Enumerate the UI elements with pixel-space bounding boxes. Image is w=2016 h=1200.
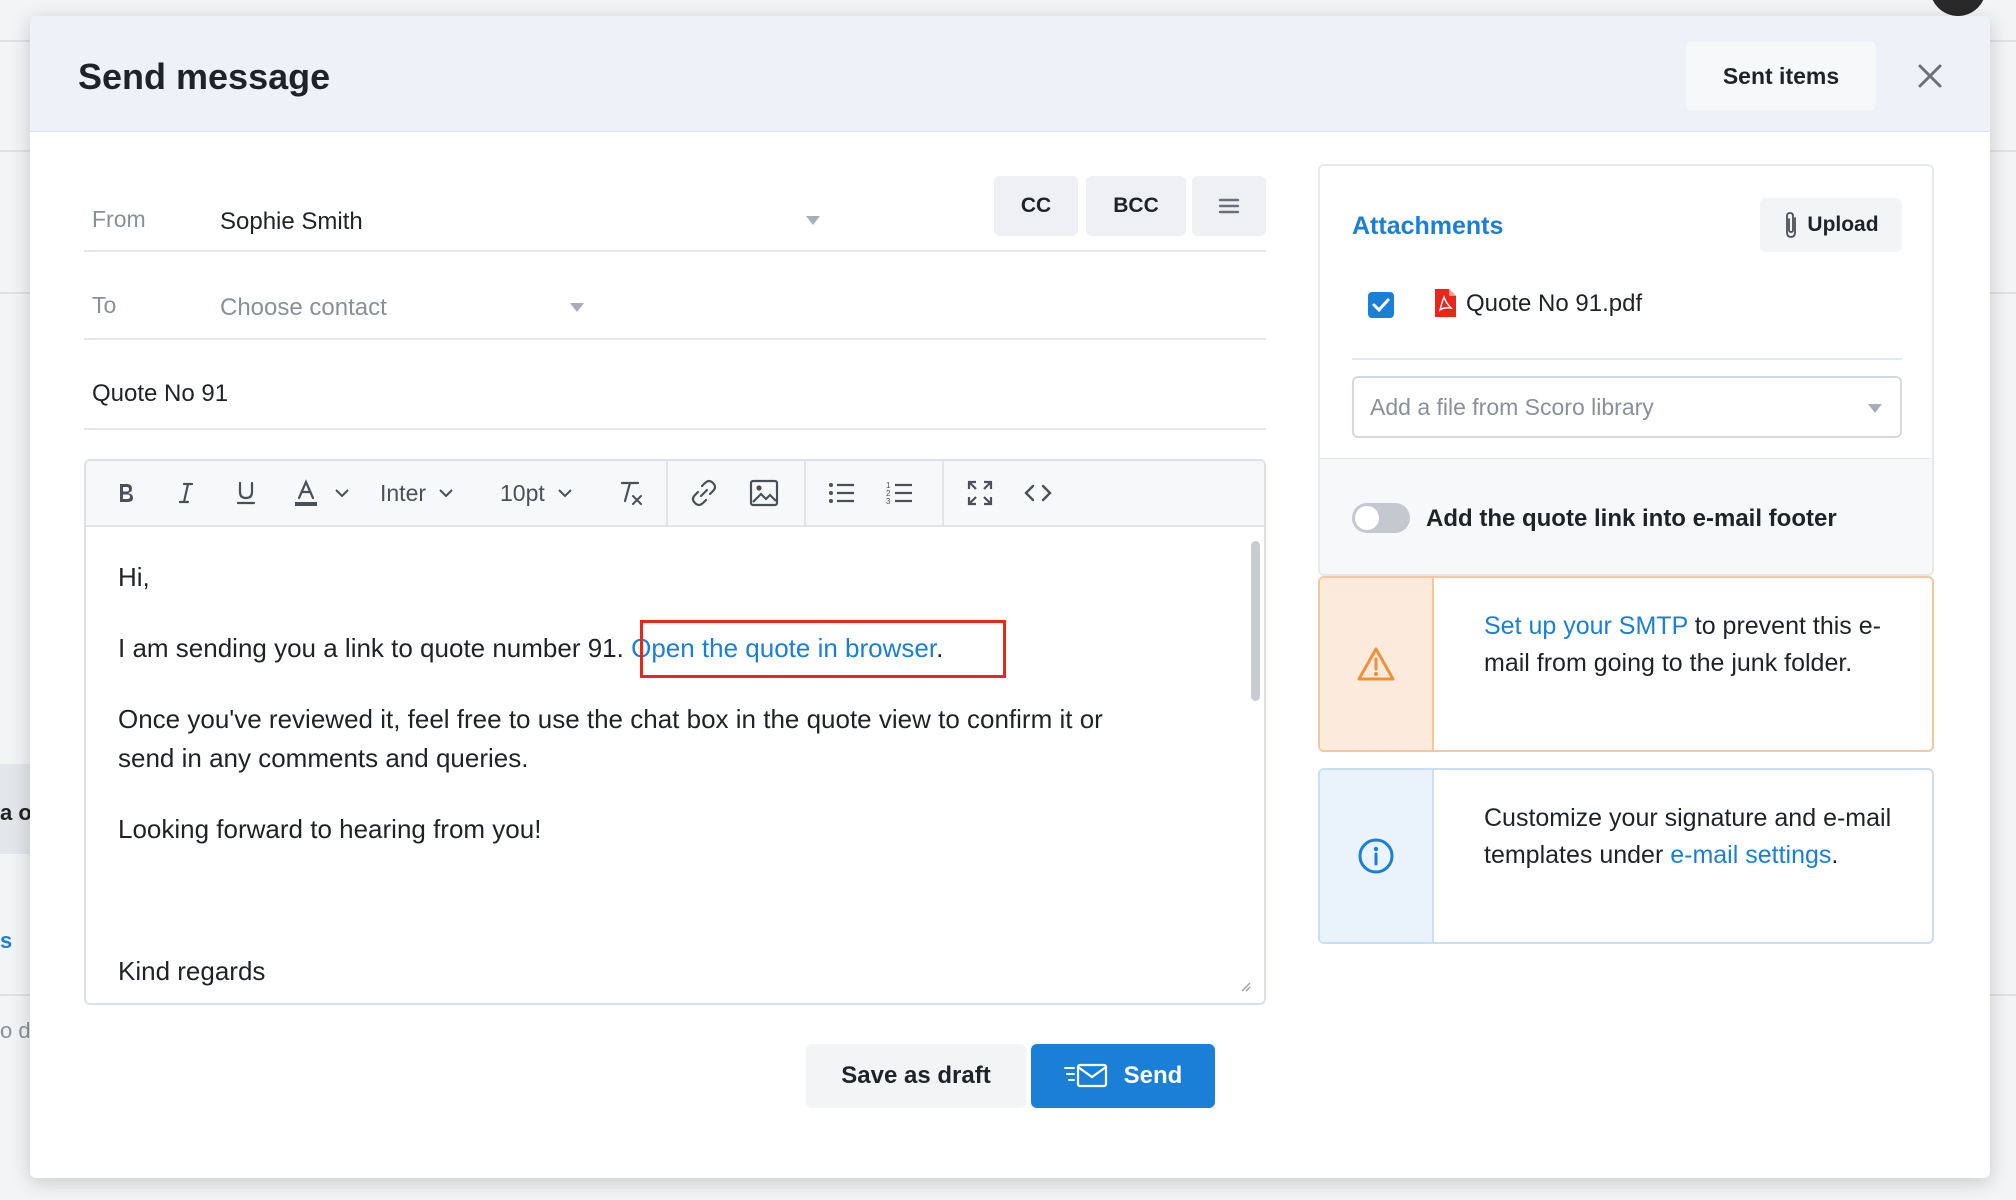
more-options-menu-icon[interactable]: [1192, 176, 1266, 236]
attachments-panel: Attachments Upload Quote No 91.pdf Add a…: [1318, 164, 1934, 576]
send-message-dialog: Send message Sent items From Sophie Smit…: [30, 16, 1990, 1178]
signature-info-suffix: .: [1831, 841, 1839, 869]
scoro-library-select[interactable]: Add a file from Scoro library: [1352, 376, 1902, 438]
font-size-value: 10pt: [500, 479, 545, 506]
user-avatar: [1930, 0, 1986, 16]
subject-input[interactable]: Quote No 91: [92, 380, 228, 408]
info-side: [1320, 770, 1434, 942]
fullscreen-icon[interactable]: [962, 475, 998, 511]
text-color-chevron-down-icon[interactable]: [330, 475, 354, 511]
close-icon[interactable]: [1910, 56, 1950, 96]
from-label: From: [92, 206, 146, 232]
font-family-select[interactable]: Inter: [380, 475, 476, 511]
send-button[interactable]: Send: [1031, 1044, 1215, 1108]
clear-formatting-icon[interactable]: [612, 475, 648, 511]
editor-toolbar: Inter 10pt 123: [86, 461, 1264, 527]
toolbar-divider: [942, 461, 944, 527]
paperclip-icon: [1786, 212, 1797, 238]
underline-icon[interactable]: [228, 475, 264, 511]
to-chevron-down-icon[interactable]: [570, 303, 584, 312]
send-button-label: Send: [1123, 1062, 1183, 1089]
warning-icon: [1357, 647, 1395, 681]
warning-side: [1320, 578, 1434, 750]
toolbar-divider: [804, 461, 806, 527]
from-select[interactable]: Sophie Smith: [220, 208, 363, 236]
to-label: To: [92, 292, 117, 318]
chevron-down-icon: [558, 489, 572, 498]
save-as-draft-button[interactable]: Save as draft: [806, 1044, 1026, 1108]
smtp-warning-notice: Set up your SMTP to prevent this e-mail …: [1318, 576, 1934, 752]
email-settings-link[interactable]: e-mail settings: [1670, 841, 1831, 869]
quote-link-toggle-label: Add the quote link into e-mail footer: [1426, 505, 1837, 532]
source-code-icon[interactable]: [1020, 475, 1056, 511]
editor-scrollbar[interactable]: [1251, 541, 1260, 701]
quote-link-toggle-row: Add the quote link into e-mail footer: [1320, 458, 1932, 574]
background-text: s: [0, 928, 13, 953]
signature-info-notice: Customize your signature and e-mail temp…: [1318, 768, 1934, 944]
checkmark-icon: [1372, 298, 1390, 312]
to-contact-select[interactable]: Choose contact: [220, 294, 387, 322]
link-highlight-box: [640, 620, 1006, 678]
upload-button[interactable]: Upload: [1760, 198, 1902, 252]
from-chevron-down-icon[interactable]: [806, 216, 820, 225]
dialog-header: Send message Sent items: [30, 16, 1990, 132]
subject-row: Quote No 91: [84, 340, 1266, 430]
quote-link-toggle[interactable]: [1352, 503, 1410, 533]
background-text: a o: [0, 800, 32, 825]
cc-button[interactable]: CC: [994, 176, 1078, 236]
italic-icon[interactable]: [168, 475, 204, 511]
message-greeting: Hi,: [118, 562, 150, 592]
info-icon: [1358, 838, 1394, 874]
message-paragraph2-line2: send in any comments and queries.: [118, 743, 529, 773]
smtp-warning-text: Set up your SMTP to prevent this e-mail …: [1484, 608, 1904, 682]
message-line1-text: I am sending you a link to quote number …: [118, 633, 632, 663]
attachments-title: Attachments: [1352, 212, 1504, 240]
font-family-value: Inter: [380, 479, 427, 506]
send-mail-icon: [1063, 1063, 1107, 1088]
text-color-icon[interactable]: [288, 475, 324, 511]
numbered-list-icon[interactable]: 123: [882, 475, 918, 511]
bold-icon[interactable]: [108, 475, 144, 511]
dialog-title: Send message: [78, 56, 331, 97]
pdf-file-icon: [1435, 289, 1456, 317]
attachment-divider: [1352, 358, 1902, 360]
chevron-down-icon: [439, 489, 453, 498]
smtp-setup-link[interactable]: Set up your SMTP: [1484, 612, 1688, 640]
message-closing: Kind regards: [118, 956, 266, 986]
attachment-checkbox[interactable]: [1368, 292, 1394, 318]
bulleted-list-icon[interactable]: [824, 475, 860, 511]
font-size-select[interactable]: 10pt: [500, 475, 596, 511]
signature-info-text: Customize your signature and e-mail temp…: [1484, 800, 1904, 874]
svg-text:3: 3: [886, 497, 891, 506]
toolbar-divider: [666, 461, 668, 527]
attachment-file-name[interactable]: Quote No 91.pdf: [1466, 290, 1642, 318]
chevron-down-icon: [1868, 404, 1882, 413]
toggle-knob: [1355, 506, 1379, 530]
insert-image-icon[interactable]: [746, 475, 782, 511]
insert-link-icon[interactable]: [686, 475, 722, 511]
message-paragraph2-line1: Once you've reviewed it, feel free to us…: [118, 704, 1103, 734]
upload-label: Upload: [1807, 213, 1879, 236]
sent-items-button[interactable]: Sent items: [1686, 42, 1876, 110]
message-paragraph3: Looking forward to hearing from you!: [118, 814, 542, 844]
bcc-button[interactable]: BCC: [1086, 176, 1186, 236]
resize-handle-icon[interactable]: [1240, 981, 1252, 993]
scoro-library-placeholder: Add a file from Scoro library: [1370, 394, 1654, 420]
